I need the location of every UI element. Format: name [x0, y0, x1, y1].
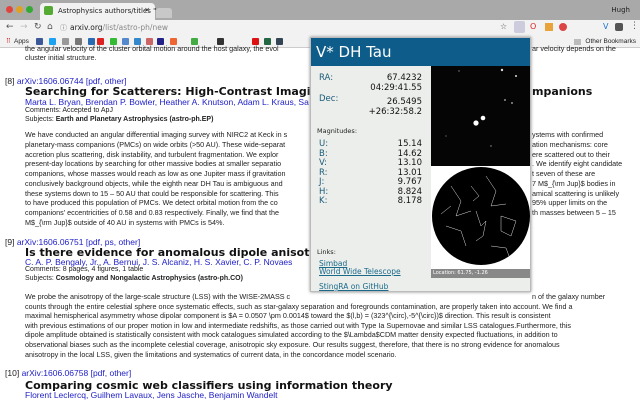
- sky-map: [431, 166, 530, 270]
- magnitude-row: U: 15.14: [319, 139, 422, 149]
- url-path: /list/astro-ph/new: [102, 23, 168, 32]
- abstract-line: these systems down to 15 – 50 AU that co…: [25, 188, 279, 198]
- bookmark-star-icon[interactable]: ☆: [500, 22, 507, 31]
- abstract-line-tail: n of the galaxy number: [532, 292, 606, 301]
- abstract-line: dipole amplitude obtained is statistical…: [25, 330, 558, 340]
- formats-links[interactable]: [pdf, other]: [91, 368, 132, 378]
- abstract-line-tail: ystems with confirmed: [532, 130, 604, 139]
- abstract-line: cluster initial structure.: [25, 53, 97, 62]
- magnitude-value: 15.14: [397, 139, 422, 149]
- extension-icon[interactable]: V: [603, 22, 608, 31]
- dec-row: Dec: 26.5495: [319, 94, 422, 107]
- band-label: K:: [319, 196, 328, 206]
- magnitude-row: J: 9.767: [319, 177, 422, 187]
- abstract-line: anisotropy in the local LSS, given the l…: [25, 349, 397, 359]
- tab-close-icon[interactable]: ×: [144, 6, 150, 14]
- opera-extension-icon[interactable]: O: [530, 22, 536, 31]
- paper-title-tail: mpanions: [532, 85, 593, 98]
- abstract-line: counts through the entire celestial sphe…: [25, 301, 573, 311]
- magnitude-value: 13.10: [397, 158, 422, 168]
- tab-bar: Astrophysics authors/titles "n × Hugh: [0, 0, 640, 20]
- paper-subjects: Subjects: Earth and Planetary Astrophysi…: [25, 116, 214, 123]
- magnitude-value: 9.767: [397, 177, 422, 187]
- new-tab-button[interactable]: [156, 8, 172, 18]
- url-host: arxiv.org: [70, 23, 103, 32]
- stingra-extension-icon[interactable]: [514, 21, 525, 33]
- magnitude-row: B: 14.62: [319, 149, 422, 159]
- abstract-line-tail: 7 M$_{\rm Jup}$ bodies in: [532, 178, 616, 188]
- abstract-line: planetary-mass companions (PMCs) on wide…: [25, 139, 286, 149]
- info-icon: ⓘ: [60, 24, 67, 32]
- abstract-line: accretion plus scattering, disk instabil…: [25, 149, 279, 159]
- pocket-icon[interactable]: [615, 23, 623, 31]
- magnitude-row: V: 13.10: [319, 158, 422, 168]
- magnitude-value: 8.824: [397, 186, 422, 197]
- popup-title: V* DH Tau: [311, 38, 530, 66]
- wwt-link[interactable]: World Wide Telescope: [319, 267, 401, 276]
- band-label: R:: [319, 167, 328, 178]
- abstract-line: ar velocity depends on the: [532, 44, 616, 53]
- toolbar: ← → ↻ ⌂ ⓘ arxiv.org/list/astro-ph/new ☆ …: [0, 20, 640, 36]
- apps-icon[interactable]: ⠿: [6, 37, 11, 45]
- menu-icon[interactable]: ⋮: [630, 21, 639, 31]
- abstract-line: companions' eccentricities of 0.58 and 0…: [25, 208, 279, 217]
- address-bar[interactable]: arxiv.org/list/astro-ph/new: [70, 23, 168, 32]
- magnitude-value: 8.178: [397, 196, 422, 206]
- band-label: B:: [319, 148, 328, 159]
- abstract-line-tail: t seven of these are: [532, 169, 596, 178]
- forward-icon[interactable]: →: [20, 22, 28, 32]
- location-readout: Location: 61.75, -1.26: [431, 269, 530, 278]
- back-icon[interactable]: ←: [6, 22, 14, 32]
- abstract-line-tail: . We identify eight candidate: [532, 159, 623, 169]
- band-label: U:: [319, 139, 329, 149]
- abstract-line-tail: ere scattered out to their: [532, 149, 610, 159]
- close-window-button[interactable]: [6, 6, 13, 13]
- reload-icon[interactable]: ↻: [34, 22, 42, 32]
- abstract-line-tail: 95% upper limits on the: [532, 198, 608, 208]
- abstract-line: M$_{\rm Jup}$ outside of 40 AU in system…: [25, 217, 225, 227]
- band-label: V:: [319, 158, 327, 168]
- abstract-line: with previous estimations of our proper …: [25, 320, 571, 330]
- stingra-popup: V* DH Tau RA: 67.4232 04:29:41.55 Dec: 26.…: [310, 37, 531, 292]
- magnitude-value: 14.62: [397, 148, 422, 159]
- abstract-line-tail: ation mechanisms: core: [532, 139, 608, 149]
- paper-authors[interactable]: Marta L. Bryan, Brendan P. Bowler, Heath…: [25, 97, 309, 107]
- abstract-line: observational biases such as the incompl…: [25, 340, 560, 349]
- home-icon[interactable]: ⌂: [47, 22, 53, 32]
- paper-comments: Comments: Accepted to ApJ: [25, 107, 113, 114]
- paper-header: [10] arXiv:1606.06758 [pdf, other]: [5, 368, 132, 378]
- band-label: J:: [319, 177, 325, 187]
- magnitude-row: R: 13.01: [319, 168, 422, 178]
- maximize-window-button[interactable]: [26, 6, 33, 13]
- abstract-line-tail: th masses between 5 – 15: [532, 208, 616, 217]
- abstract-line: present-day locations by searching for o…: [25, 159, 282, 169]
- extension-icon[interactable]: [559, 23, 567, 31]
- abstract-line: We have conducted an angular differentia…: [25, 130, 288, 139]
- abstract-line: companions, whose masses would reach as …: [25, 169, 286, 178]
- paper-comments: Comments: 8 pages, 4 figures, 1 table: [25, 266, 144, 273]
- github-link[interactable]: StingRA on GitHub: [319, 282, 388, 291]
- abstract-line: We probe the anisotropy of the large-sca…: [25, 292, 291, 301]
- paper-subjects: Subjects: Cosmology and Nongalactic Astr…: [25, 275, 243, 282]
- minimize-window-button[interactable]: [16, 6, 23, 13]
- magnitude-row: H: 8.824: [319, 187, 422, 197]
- band-label: H:: [319, 186, 329, 197]
- abstract-line-tail: amical scattering is unlikely: [532, 188, 620, 198]
- abstract-line: maximal hemispherical asymmetry whose di…: [25, 311, 551, 321]
- magnitude-value: 13.01: [397, 167, 422, 178]
- paper-authors[interactable]: Florent Leclercq, Guilhem Lavaux, Jens J…: [25, 390, 277, 400]
- profile-name[interactable]: Hugh: [611, 6, 630, 14]
- magnitudes-label: Magnitudes:: [317, 127, 358, 135]
- paper-id-link[interactable]: arXiv:1606.06758: [22, 368, 89, 378]
- star-field-image: [431, 66, 530, 166]
- magnitude-row: K: 8.178: [319, 196, 422, 206]
- favicon-icon: [44, 6, 53, 15]
- abstract-line: to have produced this population of PMCs…: [25, 198, 278, 208]
- links-label: Links:: [317, 248, 336, 256]
- abstract-line: conclusively background objects, while t…: [25, 178, 283, 188]
- extension-icon[interactable]: [545, 23, 553, 31]
- tab-arxiv[interactable]: Astrophysics authors/titles "n ×: [40, 3, 161, 20]
- ra-row: RA: 67.4232: [319, 73, 422, 83]
